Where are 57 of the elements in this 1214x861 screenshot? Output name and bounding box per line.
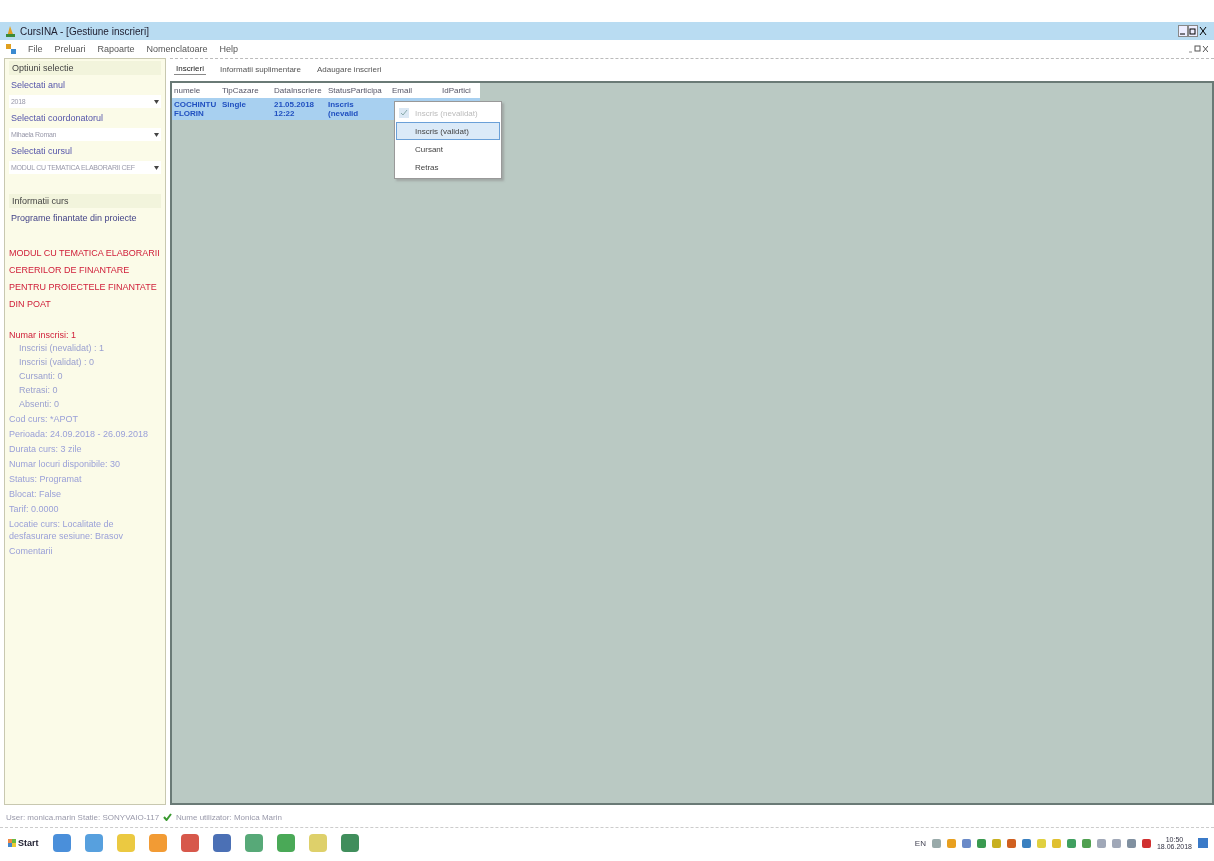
table-cell: Inscris (nevalid — [326, 98, 390, 120]
column-header[interactable]: TipCazare — [220, 83, 272, 98]
menu-option[interactable]: Retras — [396, 158, 500, 176]
mdi-controls-icon[interactable] — [1188, 44, 1208, 54]
column-header[interactable]: DataInscriere — [272, 83, 326, 98]
column-header[interactable]: StatusParticipa — [326, 83, 390, 98]
field-label: Selectati coordonatorul — [10, 112, 105, 125]
field-label: Selectati cursul — [10, 145, 74, 158]
table-cell: COCHINTU FLORIN — [172, 98, 220, 120]
status-count: Retrasi: 0 — [18, 385, 59, 396]
menu-item[interactable]: Preluari — [54, 44, 86, 54]
window-title: CursINA - [Gestiune inscrieri] — [20, 25, 149, 37]
language-indicator[interactable]: EN — [914, 838, 926, 848]
dropdown-arrow-icon — [154, 99, 159, 104]
menu-item[interactable]: Help — [219, 44, 239, 54]
course-detail: Comentarii — [9, 545, 54, 557]
course-detail: Blocat: False — [9, 488, 63, 500]
section-title: Informatii curs — [9, 194, 161, 208]
course-detail: Numar locuri disponibile: 30 — [9, 458, 122, 470]
dropdown-arrow-icon — [154, 165, 159, 170]
course-detail: Locatie curs: Localitate de desfasurare sesiune: Brasov — [9, 518, 125, 542]
table-cell: Single — [220, 98, 272, 120]
field-label: Selectati anul — [10, 79, 67, 92]
tab[interactable]: Inscrieri — [174, 63, 206, 75]
course-name: MODUL CU TEMATICA ELABORARII CERERILOR DE FINANTARE PENTRU PROIECTELE FINANTATE DIN POAT — [9, 247, 161, 311]
course-detail: Status: Programat — [9, 473, 83, 485]
column-header[interactable]: Email — [390, 83, 440, 98]
tab[interactable]: Informatii suplimentare — [218, 63, 303, 75]
menu-item[interactable]: File — [28, 44, 43, 54]
course-detail: Durata curs: 3 zile — [9, 443, 83, 455]
status-text: Nume utilizator: Monica Marin — [176, 812, 282, 822]
menu-option[interactable]: Cursant — [396, 140, 500, 158]
status-count: Inscrisi (nevalidat) : 1 — [18, 343, 106, 354]
course-detail: Tarif: 0.0000 — [9, 503, 60, 515]
app-menu-icon[interactable] — [6, 44, 16, 54]
menu-option[interactable]: Inscris (validat) — [396, 122, 500, 140]
column-header[interactable]: IdPartici — [440, 83, 480, 98]
course-detail: Cod curs: *APOT — [9, 413, 80, 425]
window-controls-icon[interactable] — [1178, 25, 1208, 37]
app-logo-icon — [6, 25, 15, 37]
check-icon — [163, 813, 173, 821]
program-text: Programe finantate din proiecte — [10, 212, 138, 225]
dropdown-arrow-icon — [154, 132, 159, 137]
status-count: Inscrisi (validat) : 0 — [18, 357, 96, 368]
windows-logo-icon — [8, 839, 16, 847]
status-count: Absenti: 0 — [18, 399, 61, 410]
column-header[interactable]: numele — [172, 83, 220, 98]
enrolled-total: Numar inscrisi: 1 — [9, 330, 77, 340]
menu-item[interactable]: Nomenclatoare — [146, 44, 208, 54]
tab[interactable]: Adaugare inscrieri — [314, 63, 384, 75]
course-detail: Perioada: 24.09.2018 - 26.09.2018 — [9, 428, 150, 440]
status-text: User: monica.marin Statie: SONYVAIO-117 — [6, 812, 160, 822]
section-title: Optiuni selectie — [9, 61, 161, 75]
start-button[interactable]: Start — [6, 836, 41, 850]
table-cell: 21.05.2018 12:22 — [272, 98, 326, 120]
menu-item[interactable]: Rapoarte — [97, 44, 135, 54]
status-count: Cursanti: 0 — [18, 371, 64, 382]
